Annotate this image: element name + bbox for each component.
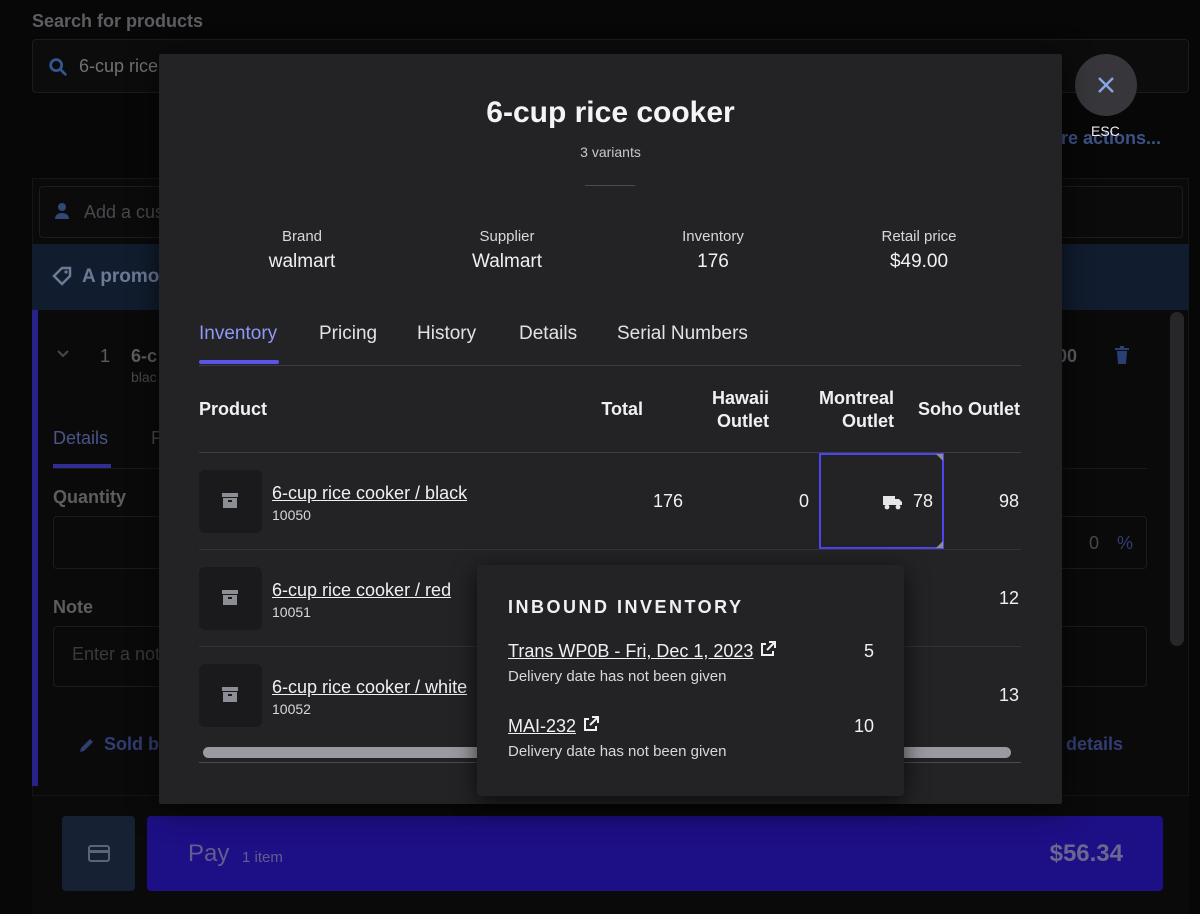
modal-title: 6-cup rice cooker [486,96,735,129]
stat-value: $49.00 [889,251,949,272]
cell-montreal-value: 78 [913,491,934,511]
stat-label: Brand [281,228,323,245]
close-button[interactable] [1075,54,1137,116]
stat-value: walmart [268,251,336,272]
column-header-montreal: Montreal Outlet [774,387,894,433]
tab-pricing[interactable]: Pricing [319,323,377,345]
modal-tabs: Inventory Pricing History Details Serial… [199,323,1021,366]
cell-hawaii: 0 [798,491,809,511]
stat-supplier: Supplier Walmart [417,228,597,273]
purchase-order-link[interactable]: MAI-232 [508,716,576,736]
cell-corner-marker [936,454,943,461]
active-tab-underline [199,360,279,364]
cell-soho: 12 [998,588,1019,608]
variant-sku: 10050 [272,507,311,523]
variant-sku: 10052 [272,701,311,717]
product-thumbnail [199,470,262,533]
cell-montreal-selected[interactable]: 78 [819,453,944,549]
inbound-item: MAI-232 10 Delivery date has not been gi… [508,716,874,760]
column-header-total: Total [601,399,643,419]
stat-retail-price: Retail price $49.00 [829,228,1009,273]
inbound-inventory-popover: INBOUND INVENTORY Trans WP0B - Fri, Dec … [477,565,904,796]
stat-brand: Brand walmart [212,228,392,273]
archive-box-icon [222,687,238,702]
cell-corner-marker [936,541,943,548]
tab-serial-numbers[interactable]: Serial Numbers [617,323,748,345]
column-header-hawaii-line2: Outlet [717,411,769,431]
inbound-quantity: 10 [853,716,874,736]
column-header-hawaii-line1: Hawaii [711,388,769,408]
external-link-icon[interactable] [582,716,600,733]
column-header-hawaii: Hawaii Outlet [669,387,769,433]
external-link-icon[interactable] [759,641,777,658]
delivery-date-note: Delivery date has not been given [508,668,727,685]
stat-inventory: Inventory 176 [623,228,803,273]
cell-soho: 13 [998,685,1019,705]
product-thumbnail [199,664,262,727]
close-shortcut-label: ESC [1091,123,1120,139]
title-divider [585,185,635,186]
stat-value: Walmart [471,251,543,272]
table-row: 6-cup rice cooker / black 10050 176 0 78… [199,453,1021,550]
inbound-item: Trans WP0B - Fri, Dec 1, 2023 5 Delivery… [508,641,874,685]
variant-sku: 10051 [272,604,311,620]
variant-link[interactable]: 6-cup rice cooker / black [272,483,467,504]
stat-label: Retail price [881,228,957,245]
variant-link[interactable]: 6-cup rice cooker / red [272,580,451,601]
column-header-product: Product [199,399,268,419]
column-header-soho: Soho Outlet [918,399,1020,419]
tab-history[interactable]: History [417,323,476,345]
cell-total: 176 [652,491,683,511]
archive-box-icon [222,590,238,605]
column-header-montreal-line1: Montreal [818,388,894,408]
close-icon [1098,77,1114,93]
column-header-montreal-line2: Outlet [842,411,894,431]
cell-soho: 98 [998,491,1019,511]
inbound-quantity: 5 [863,641,874,661]
transfer-link[interactable]: Trans WP0B - Fri, Dec 1, 2023 [508,641,753,661]
variant-count: 3 variants [580,144,641,160]
tab-details[interactable]: Details [519,323,577,345]
product-thumbnail [199,567,262,630]
archive-box-icon [222,493,238,508]
delivery-date-note: Delivery date has not been given [508,743,727,760]
stat-value: 176 [697,251,729,272]
stat-label: Supplier [479,228,535,245]
stat-label: Inventory [682,228,744,245]
variant-link[interactable]: 6-cup rice cooker / white [272,677,467,698]
truck-icon [883,496,902,510]
popover-title: INBOUND INVENTORY [508,597,744,617]
tab-inventory[interactable]: Inventory [199,323,277,345]
